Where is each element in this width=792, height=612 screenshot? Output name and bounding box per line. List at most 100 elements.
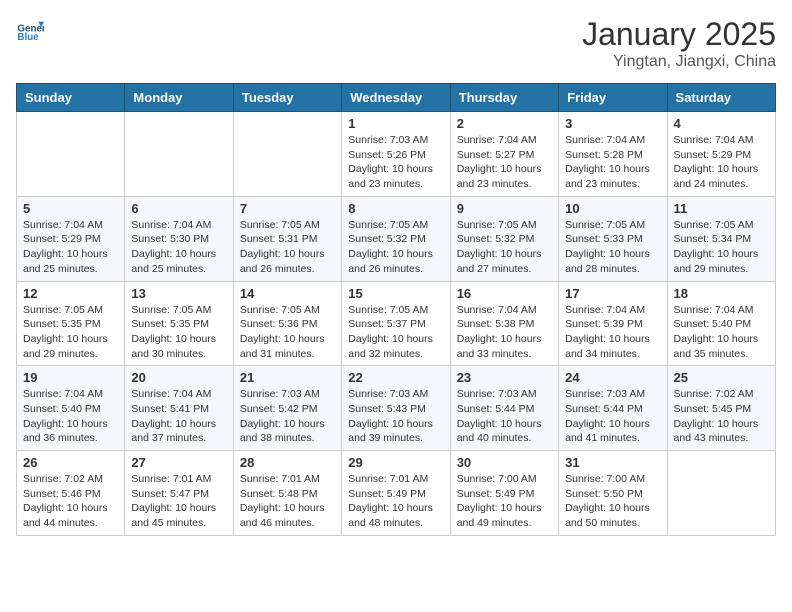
calendar-cell: 2 Sunrise: 7:04 AM Sunset: 5:27 PM Daylig… — [450, 112, 558, 197]
day-number: 15 — [348, 286, 443, 301]
calendar-cell: 25 Sunrise: 7:02 AM Sunset: 5:45 PM Dayli… — [667, 366, 775, 451]
day-info: Sunrise: 7:04 AM Sunset: 5:41 PM Dayligh… — [131, 387, 226, 446]
weekday-header: Monday — [125, 84, 233, 112]
calendar-cell: 22 Sunrise: 7:03 AM Sunset: 5:43 PM Dayli… — [342, 366, 450, 451]
calendar-cell: 8Sunrise: 7:05 AM Sunset: 5:32 PM Daylig… — [342, 196, 450, 281]
weekday-header: Tuesday — [233, 84, 341, 112]
day-number: 16 — [457, 286, 552, 301]
calendar-cell: 20 Sunrise: 7:04 AM Sunset: 5:41 PM Dayli… — [125, 366, 233, 451]
day-number: 2 — [457, 116, 552, 131]
day-info: Sunrise: 7:04 AM Sunset: 5:28 PM Dayligh… — [565, 133, 660, 192]
day-number: 18 — [674, 286, 769, 301]
calendar-cell: 29 Sunrise: 7:01 AM Sunset: 5:49 PM Dayli… — [342, 451, 450, 536]
calendar-cell: 1 Sunrise: 7:03 AM Sunset: 5:26 PM Daylig… — [342, 112, 450, 197]
day-info: Sunrise: 7:03 AM Sunset: 5:26 PM Dayligh… — [348, 133, 443, 192]
day-info: Sunrise: 7:05 AM Sunset: 5:37 PM Dayligh… — [348, 303, 443, 362]
svg-text:Blue: Blue — [17, 32, 39, 43]
calendar-cell: 15 Sunrise: 7:05 AM Sunset: 5:37 PM Dayli… — [342, 281, 450, 366]
calendar-cell — [667, 451, 775, 536]
title-block: January 2025 Yingtan, Jiangxi, China — [582, 16, 776, 71]
day-info: Sunrise: 7:04 AM Sunset: 5:30 PM Dayligh… — [131, 218, 226, 277]
day-number: 27 — [131, 455, 226, 470]
day-info: Sunrise: 7:05 AM Sunset: 5:32 PM Dayligh… — [457, 218, 552, 277]
day-number: 11 — [674, 201, 769, 216]
calendar-cell — [125, 112, 233, 197]
day-number: 8 — [348, 201, 443, 216]
day-number: 26 — [23, 455, 118, 470]
day-number: 1 — [348, 116, 443, 131]
logo: General Blue — [16, 16, 44, 44]
calendar-table: SundayMondayTuesdayWednesdayThursdayFrid… — [16, 83, 776, 536]
day-number: 30 — [457, 455, 552, 470]
day-number: 14 — [240, 286, 335, 301]
weekday-header-row: SundayMondayTuesdayWednesdayThursdayFrid… — [17, 84, 776, 112]
day-number: 5 — [23, 201, 118, 216]
day-number: 21 — [240, 370, 335, 385]
calendar-cell: 12 Sunrise: 7:05 AM Sunset: 5:35 PM Dayli… — [17, 281, 125, 366]
day-number: 7 — [240, 201, 335, 216]
day-number: 10 — [565, 201, 660, 216]
week-row: 26 Sunrise: 7:02 AM Sunset: 5:46 PM Dayli… — [17, 451, 776, 536]
weekday-header: Thursday — [450, 84, 558, 112]
day-info: Sunrise: 7:03 AM Sunset: 5:42 PM Dayligh… — [240, 387, 335, 446]
day-number: 24 — [565, 370, 660, 385]
day-info: Sunrise: 7:03 AM Sunset: 5:44 PM Dayligh… — [565, 387, 660, 446]
weekday-header: Wednesday — [342, 84, 450, 112]
calendar-cell — [17, 112, 125, 197]
calendar-cell: 10Sunrise: 7:05 AM Sunset: 5:33 PM Dayli… — [559, 196, 667, 281]
calendar-subtitle: Yingtan, Jiangxi, China — [582, 53, 776, 71]
day-info: Sunrise: 7:04 AM Sunset: 5:38 PM Dayligh… — [457, 303, 552, 362]
weekday-header: Saturday — [667, 84, 775, 112]
day-number: 13 — [131, 286, 226, 301]
day-info: Sunrise: 7:05 AM Sunset: 5:35 PM Dayligh… — [23, 303, 118, 362]
day-number: 28 — [240, 455, 335, 470]
day-info: Sunrise: 7:01 AM Sunset: 5:47 PM Dayligh… — [131, 472, 226, 531]
calendar-cell: 30 Sunrise: 7:00 AM Sunset: 5:49 PM Dayli… — [450, 451, 558, 536]
day-number: 9 — [457, 201, 552, 216]
logo-icon: General Blue — [16, 16, 44, 44]
page-header: General Blue January 2025 Yingtan, Jiang… — [16, 16, 776, 71]
day-info: Sunrise: 7:00 AM Sunset: 5:49 PM Dayligh… — [457, 472, 552, 531]
day-number: 25 — [674, 370, 769, 385]
day-info: Sunrise: 7:04 AM Sunset: 5:29 PM Dayligh… — [674, 133, 769, 192]
calendar-title: January 2025 — [582, 16, 776, 53]
calendar-cell: 7 Sunrise: 7:05 AM Sunset: 5:31 PM Daylig… — [233, 196, 341, 281]
day-number: 29 — [348, 455, 443, 470]
calendar-cell: 14 Sunrise: 7:05 AM Sunset: 5:36 PM Dayli… — [233, 281, 341, 366]
calendar-cell: 19Sunrise: 7:04 AM Sunset: 5:40 PM Dayli… — [17, 366, 125, 451]
day-info: Sunrise: 7:05 AM Sunset: 5:31 PM Dayligh… — [240, 218, 335, 277]
day-info: Sunrise: 7:04 AM Sunset: 5:40 PM Dayligh… — [23, 387, 118, 446]
weekday-header: Friday — [559, 84, 667, 112]
day-info: Sunrise: 7:04 AM Sunset: 5:27 PM Dayligh… — [457, 133, 552, 192]
day-info: Sunrise: 7:01 AM Sunset: 5:49 PM Dayligh… — [348, 472, 443, 531]
calendar-cell: 11Sunrise: 7:05 AM Sunset: 5:34 PM Dayli… — [667, 196, 775, 281]
day-info: Sunrise: 7:05 AM Sunset: 5:35 PM Dayligh… — [131, 303, 226, 362]
calendar-cell — [233, 112, 341, 197]
day-info: Sunrise: 7:01 AM Sunset: 5:48 PM Dayligh… — [240, 472, 335, 531]
calendar-cell: 17Sunrise: 7:04 AM Sunset: 5:39 PM Dayli… — [559, 281, 667, 366]
calendar-cell: 4Sunrise: 7:04 AM Sunset: 5:29 PM Daylig… — [667, 112, 775, 197]
day-number: 23 — [457, 370, 552, 385]
week-row: 1 Sunrise: 7:03 AM Sunset: 5:26 PM Daylig… — [17, 112, 776, 197]
day-info: Sunrise: 7:03 AM Sunset: 5:44 PM Dayligh… — [457, 387, 552, 446]
day-number: 22 — [348, 370, 443, 385]
day-info: Sunrise: 7:04 AM Sunset: 5:40 PM Dayligh… — [674, 303, 769, 362]
calendar-cell: 23 Sunrise: 7:03 AM Sunset: 5:44 PM Dayli… — [450, 366, 558, 451]
day-number: 12 — [23, 286, 118, 301]
calendar-cell: 24 Sunrise: 7:03 AM Sunset: 5:44 PM Dayli… — [559, 366, 667, 451]
day-info: Sunrise: 7:02 AM Sunset: 5:45 PM Dayligh… — [674, 387, 769, 446]
day-info: Sunrise: 7:05 AM Sunset: 5:36 PM Dayligh… — [240, 303, 335, 362]
day-number: 20 — [131, 370, 226, 385]
day-number: 31 — [565, 455, 660, 470]
calendar-cell: 16 Sunrise: 7:04 AM Sunset: 5:38 PM Dayli… — [450, 281, 558, 366]
calendar-cell: 9 Sunrise: 7:05 AM Sunset: 5:32 PM Daylig… — [450, 196, 558, 281]
day-number: 17 — [565, 286, 660, 301]
day-info: Sunrise: 7:00 AM Sunset: 5:50 PM Dayligh… — [565, 472, 660, 531]
calendar-cell: 28 Sunrise: 7:01 AM Sunset: 5:48 PM Dayli… — [233, 451, 341, 536]
calendar-cell: 21 Sunrise: 7:03 AM Sunset: 5:42 PM Dayli… — [233, 366, 341, 451]
calendar-cell: 18 Sunrise: 7:04 AM Sunset: 5:40 PM Dayli… — [667, 281, 775, 366]
day-number: 6 — [131, 201, 226, 216]
day-info: Sunrise: 7:03 AM Sunset: 5:43 PM Dayligh… — [348, 387, 443, 446]
day-info: Sunrise: 7:02 AM Sunset: 5:46 PM Dayligh… — [23, 472, 118, 531]
calendar-cell: 31 Sunrise: 7:00 AM Sunset: 5:50 PM Dayli… — [559, 451, 667, 536]
